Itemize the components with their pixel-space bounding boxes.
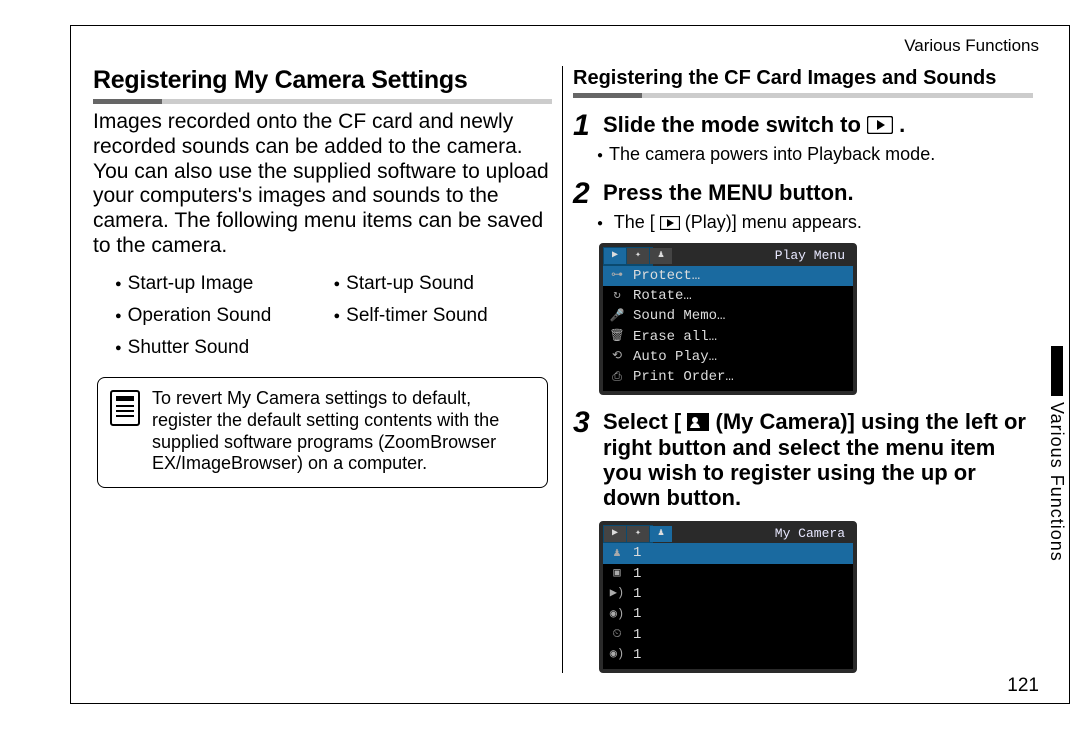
mycamera-icon	[687, 413, 709, 431]
two-column-layout: Registering My Camera Settings Images re…	[83, 66, 1043, 673]
page-number: 121	[1007, 675, 1039, 697]
lcd-print-icon: ⎙	[609, 369, 625, 386]
lcd-row: ◉) 1	[603, 604, 853, 624]
right-column: Registering the CF Card Images and Sound…	[563, 66, 1043, 673]
lcd-row: ▶) 1	[603, 584, 853, 604]
content-frame: Various Functions Registering My Camera …	[70, 25, 1070, 704]
detail-text: (Play)] menu appears.	[685, 212, 862, 232]
lcd-tab-play-icon: ▶	[604, 248, 626, 264]
lcd-title: Play Menu	[775, 247, 853, 266]
step-3: 3 Select [ (My Camera)] using the left o…	[573, 409, 1033, 673]
lcd-row-label: Sound Memo…	[633, 306, 725, 326]
step-title: Press the MENU button.	[603, 180, 854, 205]
lcd-row: ⎙ Print Order…	[603, 367, 853, 387]
lcd-row-label: Auto Play…	[633, 347, 717, 367]
step-number: 3	[573, 409, 595, 436]
lcd-row-label: Print Order…	[633, 367, 734, 387]
lcd-row: ◉) 1	[603, 645, 853, 665]
lcd-row: ⏲1	[603, 625, 853, 645]
step-detail: The camera powers into Playback mode.	[597, 143, 1033, 166]
step-title: Slide the mode switch to .	[603, 112, 905, 137]
lcd-tab-mycamera-icon: ♟	[650, 248, 672, 264]
lcd-row: ♟1	[603, 543, 853, 563]
lcd-row-value: 1	[633, 543, 641, 563]
lcd-row-value: 1	[633, 645, 641, 665]
lcd-erase-icon: 🗑	[609, 328, 625, 345]
lcd-row: ⊶ Protect…	[603, 266, 853, 286]
step-detail: The [ (Play)] menu appears.	[597, 211, 1033, 234]
lcd-tab-mycamera-icon: ♟	[650, 526, 672, 542]
section-rule	[93, 99, 552, 104]
step-number: 2	[573, 180, 595, 207]
play-menu-icon	[660, 216, 680, 230]
lcd-tab-setup-icon: ✦	[627, 248, 649, 264]
lcd-row-label: Erase all…	[633, 327, 717, 347]
lcd-row-label: Rotate…	[633, 286, 692, 306]
lcd-tab-play-icon: ▶	[604, 526, 626, 542]
lcd-startimg-icon: ▣	[609, 565, 625, 582]
section-title: Registering My Camera Settings	[93, 66, 552, 95]
lcd-opsnd-icon: ◉)	[609, 606, 625, 623]
lcd-tab-setup-icon: ✦	[627, 526, 649, 542]
lcd-play-menu: ▶ ✦ ♟ Play Menu ⊶ Protect… ↻ Rotate… 🎤 Soun…	[599, 243, 857, 396]
lcd-key-icon: ⊶	[609, 267, 625, 284]
list-item: Shutter Sound	[115, 337, 334, 359]
lcd-shuttersnd-icon: ◉)	[609, 646, 625, 663]
lcd-my-camera: ▶ ✦ ♟ My Camera ♟1 ▣1 ▶)1 ◉)1 ⏲1 ◉)1	[599, 521, 857, 674]
lcd-theme-icon: ♟	[609, 545, 625, 562]
lcd-startsnd-icon: ▶)	[609, 585, 625, 602]
lcd-row-label: Protect…	[633, 266, 700, 286]
list-item: Operation Sound	[115, 305, 334, 327]
note-text: To revert My Camera settings to default,…	[152, 388, 535, 476]
step-title-text: Select [	[603, 409, 681, 434]
step-title-text: .	[899, 112, 905, 137]
chapter-label: Various Functions	[83, 34, 1043, 56]
step-title-text: Slide the mode switch to	[603, 112, 867, 137]
step-title: Select [ (My Camera)] using the left or …	[603, 409, 1033, 510]
left-column: Registering My Camera Settings Images re…	[83, 66, 563, 673]
lcd-row-value: 1	[633, 564, 641, 584]
lcd-row: 🎤 Sound Memo…	[603, 306, 853, 326]
lcd-autoplay-icon: ⟲	[609, 348, 625, 365]
lcd-row-value: 1	[633, 604, 641, 624]
side-tab-marker	[1051, 346, 1063, 396]
step-2: 2 Press the MENU button. The [ (Play)] m…	[573, 180, 1033, 395]
step-detail-list: The camera powers into Playback mode.	[597, 143, 1033, 166]
note-icon	[110, 390, 140, 426]
lcd-mic-icon: 🎤	[609, 308, 625, 325]
lcd-row: ⟲ Auto Play…	[603, 347, 853, 367]
lcd-timersnd-icon: ⏲	[609, 626, 625, 643]
intro-text: Images recorded onto the CF card and new…	[93, 110, 552, 259]
subsection-rule	[573, 93, 1033, 98]
list-item: Start-up Sound	[334, 273, 553, 295]
step-1: 1 Slide the mode switch to . The camera …	[573, 112, 1033, 166]
feature-list: Start-up Image Start-up Sound Operation …	[115, 273, 552, 359]
list-item: Start-up Image	[115, 273, 334, 295]
lcd-rotate-icon: ↻	[609, 287, 625, 304]
subsection-title: Registering the CF Card Images and Sound…	[573, 66, 1033, 91]
side-tab: Various Functions	[1046, 346, 1067, 562]
note-box: To revert My Camera settings to default,…	[97, 377, 548, 489]
lcd-row-value: 1	[633, 584, 641, 604]
lcd-row: ↻ Rotate…	[603, 286, 853, 306]
step-detail-list: The [ (Play)] menu appears.	[597, 211, 1033, 234]
side-tab-label: Various Functions	[1046, 402, 1067, 562]
list-item: Self-timer Sound	[334, 305, 553, 327]
lcd-title: My Camera	[775, 525, 853, 544]
detail-text: The [	[614, 212, 655, 232]
manual-page: Various Functions Registering My Camera …	[0, 0, 1080, 729]
step-number: 1	[573, 112, 595, 139]
lcd-row: 🗑 Erase all…	[603, 327, 853, 347]
playback-icon	[867, 116, 893, 134]
lcd-row-value: 1	[633, 625, 641, 645]
lcd-row: ▣1	[603, 564, 853, 584]
